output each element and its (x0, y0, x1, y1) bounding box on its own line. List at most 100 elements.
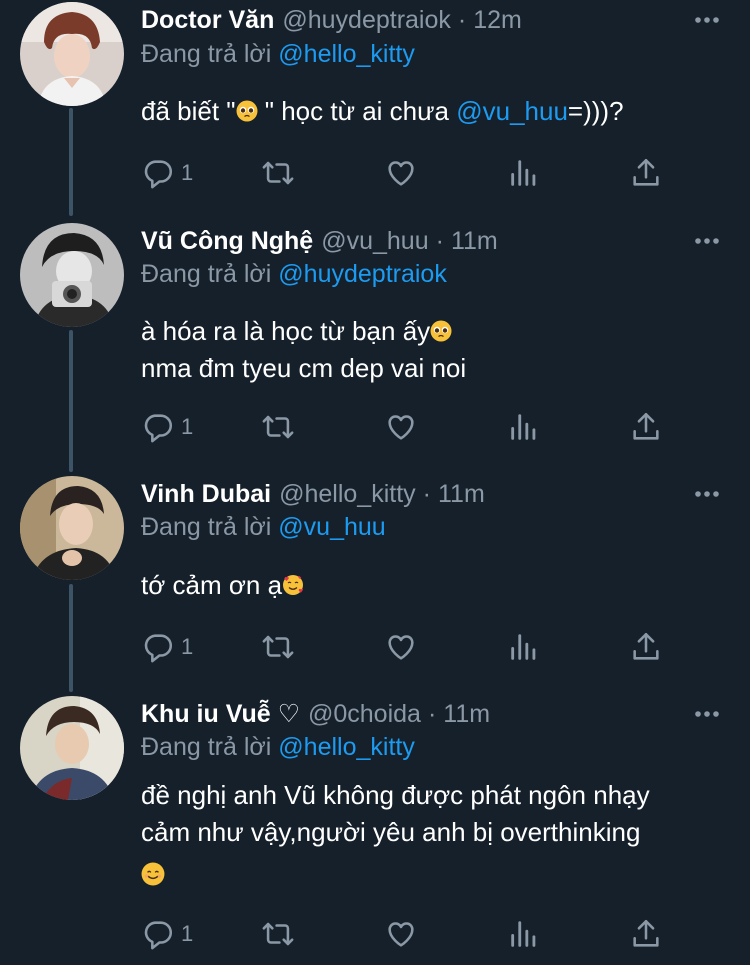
tweet-actions: 1 (141, 409, 681, 445)
tweet-actions: 1 (141, 155, 681, 191)
avatar-image (20, 476, 124, 580)
timestamp[interactable]: 12m (473, 6, 522, 35)
replying-to-mention[interactable]: @vu_huu (278, 513, 385, 541)
user-handle[interactable]: @0choida (308, 700, 421, 729)
timestamp[interactable]: 11m (443, 700, 490, 729)
share-button[interactable] (629, 916, 663, 952)
smiling-face-emoji (141, 862, 165, 886)
avatar-image (20, 696, 124, 800)
reply-count: 1 (181, 414, 194, 439)
avatar[interactable] (20, 476, 124, 580)
retweet-button[interactable] (261, 409, 295, 445)
avatar[interactable] (20, 223, 124, 327)
retweet-button[interactable] (261, 155, 295, 191)
separator-dot: · (422, 479, 431, 508)
avatar[interactable] (20, 2, 124, 106)
separator-dot: · (427, 699, 437, 728)
reply-button[interactable]: 1 (141, 916, 193, 952)
analytics-icon (507, 156, 541, 190)
display-name[interactable]: Khu iu Vuễ ♡ (141, 699, 300, 729)
tweet[interactable]: Khu iu Vuễ ♡ @0choida · 11m Đang trả lời… (0, 694, 750, 965)
tweet-mention[interactable]: @vu_huu (456, 96, 568, 126)
more-icon (692, 699, 722, 729)
analytics-button[interactable] (507, 916, 541, 952)
avatar-image (20, 2, 124, 106)
reply-button[interactable]: 1 (141, 155, 193, 191)
user-handle[interactable]: @vu_huu (321, 227, 428, 256)
separator-dot: · (457, 5, 467, 34)
reply-button[interactable]: 1 (141, 409, 193, 445)
more-options-button[interactable] (692, 5, 722, 35)
share-icon (629, 630, 663, 664)
tweet-text-line: đề nghị anh Vũ không được phát ngôn nhạy (141, 780, 650, 810)
tweet[interactable]: Vũ Công Nghệ @vu_huu · 11m Đang trả lời … (0, 220, 750, 470)
analytics-button[interactable] (507, 629, 541, 665)
like-button[interactable] (384, 916, 418, 952)
display-name[interactable]: Vinh Dubai (141, 480, 271, 509)
avatar[interactable] (20, 696, 124, 800)
reply-icon (141, 917, 175, 951)
more-options-button[interactable] (692, 699, 722, 729)
analytics-button[interactable] (507, 155, 541, 191)
reply-button[interactable]: 1 (141, 629, 193, 665)
tweet-header: Doctor Văn @huydeptraiok · 12m (141, 3, 680, 37)
tweet-actions: 1 (141, 916, 681, 952)
share-icon (629, 410, 663, 444)
tweet-text-line: nma đm tyeu cm dep vai noi (141, 353, 467, 383)
separator-dot: · (435, 226, 444, 255)
reply-icon (141, 410, 175, 444)
display-name[interactable]: Vũ Công Nghệ (141, 227, 313, 256)
retweet-icon (261, 156, 295, 190)
more-icon (692, 479, 722, 509)
tweet-text-part: " học từ ai chưa (257, 96, 457, 126)
reply-count: 1 (181, 921, 194, 946)
analytics-icon (507, 630, 541, 664)
more-icon (692, 5, 722, 35)
tweet-text: à hóa ra là học từ bạn ấy nma đm tyeu cm… (141, 313, 730, 387)
like-button[interactable] (384, 155, 418, 191)
reply-icon (141, 630, 175, 664)
analytics-icon (507, 410, 541, 444)
like-button[interactable] (384, 629, 418, 665)
replying-to: Đang trả lời @hello_kitty (141, 733, 415, 762)
user-handle[interactable]: @hello_kitty (279, 480, 416, 509)
tweet-header: Vinh Dubai @hello_kitty · 11m (141, 477, 680, 511)
share-icon (629, 917, 663, 951)
replying-to: Đang trả lời @hello_kitty (141, 40, 415, 69)
tweet-text-line: cảm như vậy,người yêu anh bị overthinkin… (141, 817, 641, 847)
tweet[interactable]: Doctor Văn @huydeptraiok · 12m Đang trả … (0, 0, 750, 215)
replying-to: Đang trả lời @vu_huu (141, 513, 386, 542)
analytics-icon (507, 917, 541, 951)
retweet-icon (261, 917, 295, 951)
retweet-button[interactable] (261, 916, 295, 952)
pleading-face-emoji (430, 320, 452, 342)
timestamp[interactable]: 11m (438, 480, 485, 509)
more-options-button[interactable] (692, 479, 722, 509)
share-button[interactable] (629, 409, 663, 445)
tweet-text: tớ cảm ơn ạ (141, 567, 730, 604)
tweet-header: Vũ Công Nghệ @vu_huu · 11m (141, 224, 680, 258)
user-handle[interactable]: @huydeptraiok (282, 6, 451, 35)
retweet-button[interactable] (261, 629, 295, 665)
tweet[interactable]: Vinh Dubai @hello_kitty · 11m Đang trả l… (0, 474, 750, 689)
more-options-button[interactable] (692, 226, 722, 256)
reply-count: 1 (181, 160, 194, 185)
replying-to-mention[interactable]: @hello_kitty (278, 733, 415, 761)
more-icon (692, 226, 722, 256)
replying-to-mention[interactable]: @huydeptraiok (278, 260, 447, 288)
share-button[interactable] (629, 629, 663, 665)
timestamp[interactable]: 11m (451, 227, 498, 256)
replying-to-label: Đang trả lời (141, 260, 272, 288)
like-icon (384, 410, 418, 444)
analytics-button[interactable] (507, 409, 541, 445)
share-button[interactable] (629, 155, 663, 191)
replying-to-label: Đang trả lời (141, 40, 272, 68)
tweet-actions: 1 (141, 629, 681, 665)
replying-to-mention[interactable]: @hello_kitty (278, 40, 415, 68)
replying-to-label: Đang trả lời (141, 733, 272, 761)
display-name[interactable]: Doctor Văn (141, 6, 274, 35)
conversation-thread: Doctor Văn @huydeptraiok · 12m Đang trả … (0, 0, 750, 965)
tweet-text-part: đã biết " (141, 96, 236, 126)
like-icon (384, 156, 418, 190)
like-button[interactable] (384, 409, 418, 445)
